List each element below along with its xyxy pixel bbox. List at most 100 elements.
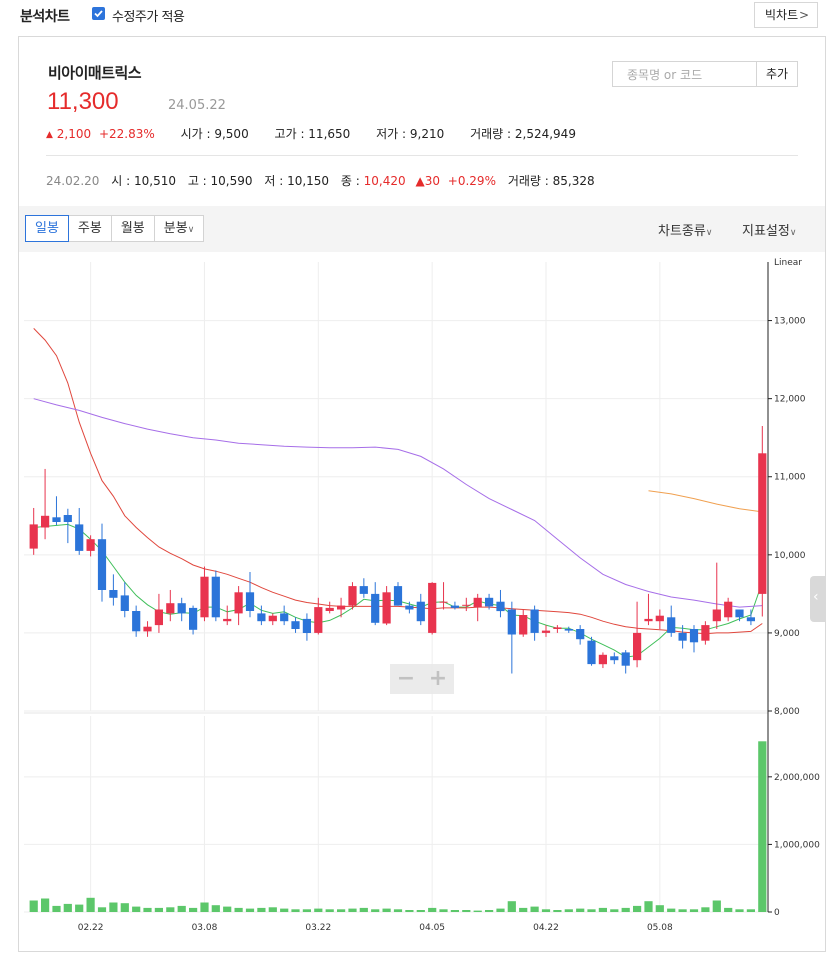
candle-body bbox=[359, 586, 368, 594]
candle-body bbox=[724, 601, 733, 618]
volume-bar bbox=[735, 909, 744, 912]
candle-body bbox=[405, 605, 414, 610]
volume-bar bbox=[462, 910, 471, 912]
date-tick-label: 04.05 bbox=[419, 923, 445, 933]
date-tick-label: 02.22 bbox=[78, 923, 104, 933]
candle-body bbox=[302, 618, 311, 633]
volume-bar bbox=[541, 909, 551, 912]
volume-bar bbox=[553, 910, 562, 912]
candle-body bbox=[120, 595, 129, 611]
candle-body bbox=[610, 656, 619, 661]
volume-bar bbox=[701, 907, 710, 912]
volume-bar bbox=[393, 909, 403, 912]
candle-body bbox=[678, 632, 687, 641]
candle-body bbox=[291, 621, 300, 629]
candle-body bbox=[735, 609, 744, 618]
candle-body bbox=[450, 605, 459, 608]
stock-chart[interactable]: Linear 13,000 12,000 11,000 10,000 9,000 8,000… bbox=[0, 0, 828, 958]
volume-bar bbox=[132, 906, 141, 912]
candle-body bbox=[485, 597, 494, 607]
candle-body bbox=[655, 615, 664, 622]
candle-body bbox=[496, 601, 505, 612]
volume-bar bbox=[587, 909, 596, 912]
volume-bar bbox=[359, 907, 368, 912]
volume-bar bbox=[382, 908, 391, 912]
candle-body bbox=[325, 607, 334, 611]
candle-body bbox=[109, 590, 118, 598]
candle-body bbox=[644, 618, 653, 622]
volume-bar bbox=[405, 910, 414, 912]
volume-bar bbox=[564, 909, 573, 912]
volume-bar bbox=[712, 900, 721, 912]
moving-average-ma60 bbox=[33, 398, 763, 608]
volume-bar bbox=[655, 905, 664, 912]
volume-bar bbox=[63, 903, 72, 912]
candle-body bbox=[154, 609, 163, 626]
scale-type-label: Linear bbox=[774, 258, 802, 268]
candle-body bbox=[519, 615, 528, 635]
volume-bar bbox=[302, 909, 311, 912]
price-tick-label: 10,000 bbox=[774, 551, 806, 561]
candle-body bbox=[439, 601, 448, 603]
candle-body bbox=[337, 605, 346, 610]
volume-bar bbox=[576, 908, 585, 912]
volume-bar bbox=[758, 741, 767, 912]
volume-bar bbox=[75, 904, 84, 912]
candle-body bbox=[143, 626, 152, 632]
volume-bar bbox=[189, 907, 198, 912]
moving-average-ma120 bbox=[648, 490, 763, 513]
candle-body bbox=[257, 613, 266, 622]
candle-body bbox=[52, 517, 61, 522]
volume-bar bbox=[211, 905, 220, 912]
candle-body bbox=[758, 453, 767, 594]
volume-bar bbox=[166, 907, 175, 912]
volume-bar bbox=[678, 909, 687, 912]
volume-bar bbox=[519, 907, 528, 912]
candle-body bbox=[416, 601, 425, 622]
candle-body bbox=[667, 617, 676, 633]
candle-body bbox=[576, 629, 585, 640]
volume-bar bbox=[52, 905, 61, 912]
candle-body bbox=[621, 652, 630, 666]
candle-body bbox=[268, 615, 277, 622]
zoom-in-button[interactable]: + bbox=[422, 664, 454, 694]
volume-tick-label: 2,000,000 bbox=[774, 773, 820, 783]
candle-body bbox=[598, 654, 607, 665]
side-panel-toggle[interactable]: ‹ bbox=[810, 576, 826, 622]
volume-bar bbox=[633, 905, 642, 912]
candle-body bbox=[701, 625, 710, 641]
candle-body bbox=[75, 524, 84, 551]
volume-bar bbox=[200, 902, 209, 912]
candle-body bbox=[633, 632, 642, 661]
date-tick-label: 03.22 bbox=[305, 923, 331, 933]
volume-bar bbox=[348, 908, 357, 912]
volume-tick-label: 1,000,000 bbox=[774, 840, 820, 850]
zoom-control: − + bbox=[390, 664, 454, 694]
date-tick-label: 03.08 bbox=[192, 923, 218, 933]
candle-body bbox=[553, 627, 562, 629]
candle-body bbox=[462, 604, 471, 606]
candle-body bbox=[689, 629, 699, 643]
candle-body bbox=[587, 640, 596, 665]
candle-body bbox=[41, 515, 50, 528]
candle-body bbox=[97, 539, 107, 590]
volume-bar bbox=[325, 909, 334, 912]
volume-bar bbox=[371, 909, 380, 912]
volume-bar bbox=[644, 901, 653, 912]
volume-bar bbox=[598, 907, 607, 912]
volume-bar bbox=[689, 909, 699, 912]
candle-body bbox=[86, 539, 95, 551]
volume-tick-label: 0 bbox=[774, 908, 780, 918]
candle-body bbox=[132, 611, 141, 632]
candle-body bbox=[166, 603, 175, 614]
price-tick-label: 12,000 bbox=[774, 395, 806, 405]
zoom-out-button[interactable]: − bbox=[390, 664, 422, 694]
tab-daily[interactable]: 일봉 bbox=[25, 215, 69, 242]
candle-body bbox=[541, 630, 551, 633]
volume-bar bbox=[507, 901, 516, 912]
candle-body bbox=[428, 582, 437, 633]
candle-body bbox=[371, 593, 380, 623]
volume-bar bbox=[667, 908, 676, 912]
volume-bar bbox=[439, 909, 448, 912]
volume-bar bbox=[268, 907, 277, 912]
